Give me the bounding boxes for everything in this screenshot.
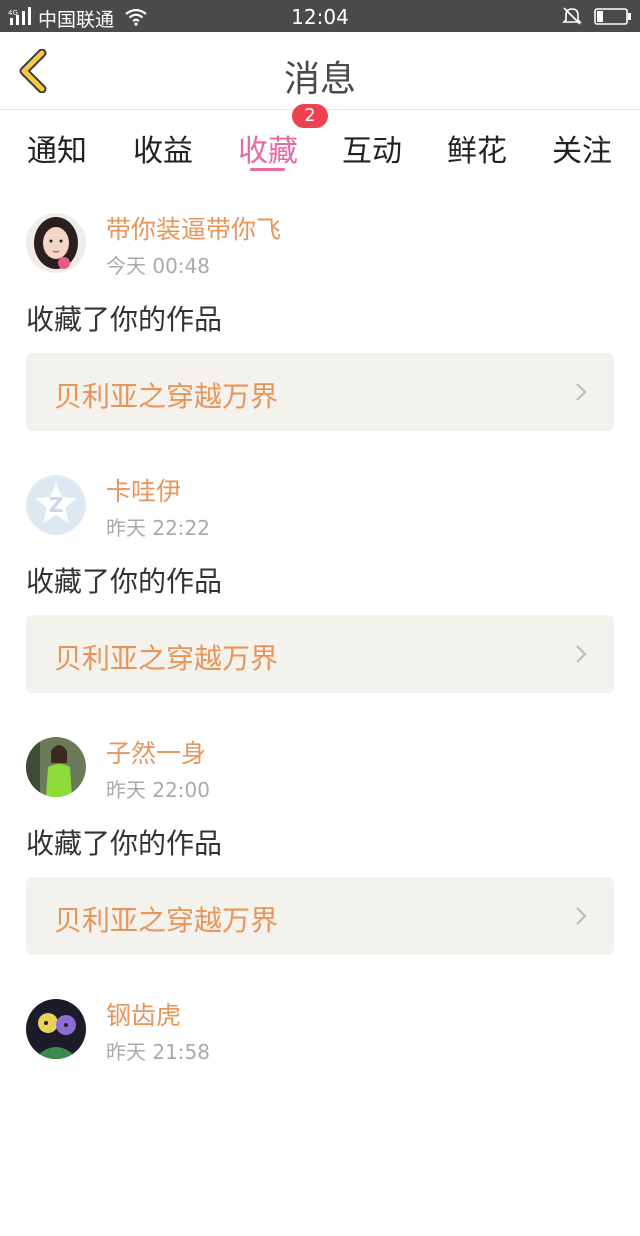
message-card: Z 卡哇伊 昨天 22:22 收藏了你的作品 贝利亚之穿越万界 bbox=[0, 450, 640, 712]
tab-notifications[interactable]: 通知 bbox=[5, 126, 109, 170]
username[interactable]: 卡哇伊 bbox=[106, 472, 181, 508]
work-link[interactable]: 贝利亚之穿越万界 bbox=[26, 615, 614, 693]
message-time: 昨天 22:00 bbox=[106, 778, 210, 802]
username[interactable]: 子然一身 bbox=[106, 734, 206, 770]
svg-text:Z: Z bbox=[49, 493, 64, 517]
active-tab-indicator bbox=[250, 168, 285, 171]
message-time: 昨天 21:58 bbox=[106, 1040, 210, 1064]
username[interactable]: 钢齿虎 bbox=[106, 996, 181, 1032]
user-avatar[interactable] bbox=[26, 999, 86, 1059]
message-card: 带你装逼带你飞 今天 00:48 收藏了你的作品 贝利亚之穿越万界 bbox=[0, 188, 640, 450]
user-avatar[interactable] bbox=[26, 213, 86, 273]
tab-interactions[interactable]: 互动 bbox=[320, 126, 424, 170]
message-card: 钢齿虎 昨天 21:58 bbox=[0, 974, 640, 1236]
tab-following[interactable]: 关注 bbox=[530, 126, 634, 170]
user-avatar[interactable]: Z bbox=[26, 475, 86, 535]
message-time: 昨天 22:22 bbox=[106, 516, 210, 540]
mute-bell-icon bbox=[562, 7, 582, 25]
tab-favorites[interactable]: 收藏 bbox=[216, 126, 320, 170]
nav-bar: 消息 bbox=[0, 32, 640, 110]
chevron-right-icon bbox=[576, 645, 587, 663]
status-bar: 4G 中国联通 12:04 bbox=[0, 0, 640, 32]
work-link[interactable]: 贝利亚之穿越万界 bbox=[26, 877, 614, 955]
chevron-right-icon bbox=[576, 907, 587, 925]
action-text: 收藏了你的作品 bbox=[26, 565, 223, 598]
tab-flowers[interactable]: 鲜花 bbox=[425, 126, 529, 170]
tab-earnings[interactable]: 收益 bbox=[111, 126, 215, 170]
message-card: 子然一身 昨天 22:00 收藏了你的作品 贝利亚之穿越万界 bbox=[0, 712, 640, 974]
action-text: 收藏了你的作品 bbox=[26, 303, 223, 336]
message-time: 今天 00:48 bbox=[106, 254, 210, 278]
work-title: 贝利亚之穿越万界 bbox=[54, 642, 279, 675]
username[interactable]: 带你装逼带你飞 bbox=[106, 210, 281, 246]
user-avatar[interactable] bbox=[26, 737, 86, 797]
page-title: 消息 bbox=[283, 59, 356, 100]
work-title: 贝利亚之穿越万界 bbox=[54, 904, 279, 937]
message-list: 带你装逼带你飞 今天 00:48 收藏了你的作品 贝利亚之穿越万界 Z 卡哇伊 … bbox=[0, 188, 640, 1236]
unread-badge: 2 bbox=[292, 104, 328, 128]
chevron-right-icon bbox=[576, 383, 587, 401]
work-link[interactable]: 贝利亚之穿越万界 bbox=[26, 353, 614, 431]
action-text: 收藏了你的作品 bbox=[26, 827, 223, 860]
battery-icon bbox=[594, 8, 631, 25]
clock: 12:04 bbox=[291, 5, 349, 29]
work-title: 贝利亚之穿越万界 bbox=[54, 380, 279, 413]
